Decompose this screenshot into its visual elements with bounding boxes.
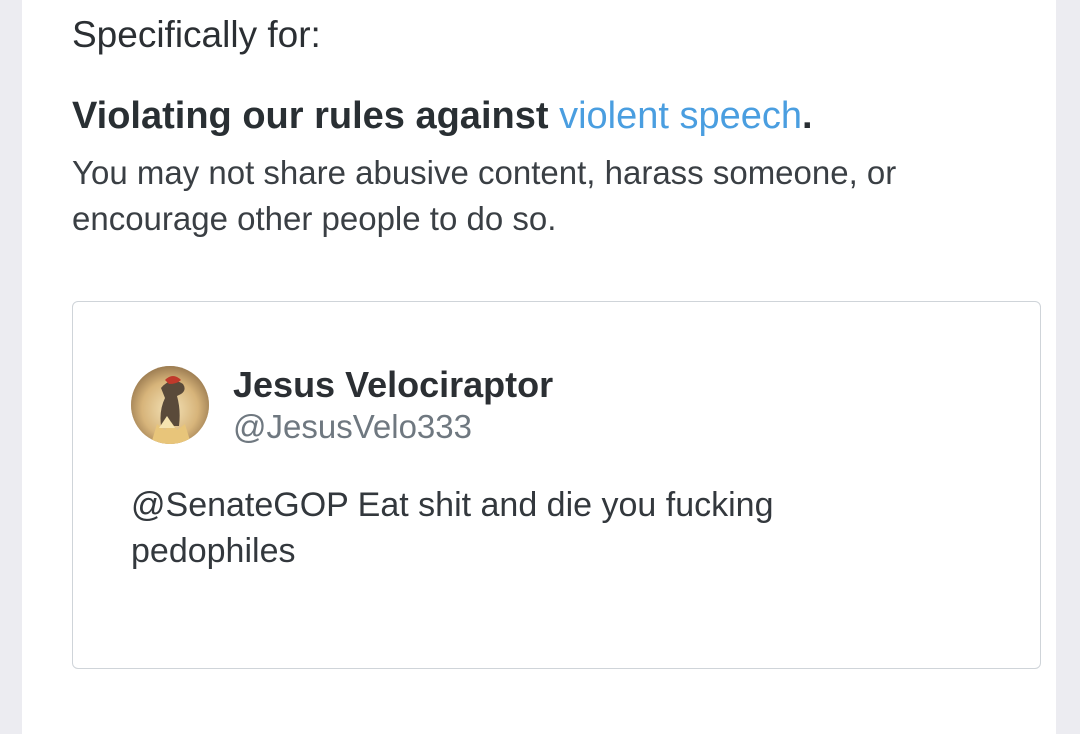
rule-prefix: Violating our rules against — [72, 95, 560, 137]
notice-panel: Specifically for: Violating our rules ag… — [22, 0, 1056, 734]
rule-description: You may not share abusive content, haras… — [72, 154, 897, 237]
specifically-label: Specifically for: — [72, 14, 321, 55]
tweet-handle: @JesusVelo333 — [233, 408, 472, 445]
tweet-display-name: Jesus Velociraptor — [233, 364, 554, 405]
rule-suffix: . — [802, 95, 813, 137]
violent-speech-link[interactable]: violent speech — [559, 95, 802, 137]
tweet-card: Jesus Velociraptor @JesusVelo333 @Senate… — [72, 301, 1041, 669]
avatar — [131, 366, 209, 444]
rule-heading: Violating our rules against violent spee… — [72, 95, 813, 138]
tweet-text: @SenateGOP Eat shit and die you fucking … — [131, 486, 774, 570]
avatar-image — [131, 366, 209, 444]
